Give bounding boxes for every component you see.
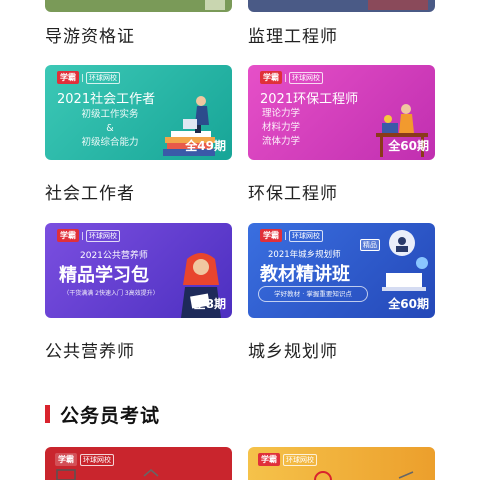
episode-count: 全8期 [193, 297, 226, 311]
section-title: 公务员考试 [60, 405, 161, 427]
brand-logo: 学霸 环球网校 [260, 71, 323, 84]
banner-subtitle: （干货满满 2快速入门 3高效提升） [63, 290, 159, 297]
search-icon[interactable] [312, 468, 334, 480]
card-title-public-nutritionist[interactable]: 公共营养师 [45, 337, 135, 362]
banner-headline: 2021年城乡规划师 [268, 250, 341, 260]
forward-icon[interactable] [395, 468, 417, 480]
brand-logo: 学霸 环球网校 [57, 229, 120, 242]
card-title-supervision-engineer[interactable]: 监理工程师 [248, 22, 338, 47]
course-card-urban-rural-planner[interactable]: 学霸 环球网校 精品 2021年城乡规划师 教材精讲班 学好教材 · 掌握重要知… [248, 223, 435, 318]
banner-subtitle: 初级工作实务 & 初级综合能力 [81, 109, 139, 148]
course-card-social-worker[interactable]: 学霸 环球网校 2021社会工作者 初级工作实务 & 初级综合能力 全49期 [45, 65, 232, 160]
card-title-urban-rural-planner[interactable]: 城乡规划师 [248, 337, 338, 362]
banner-big-title: 教材精讲班 [260, 264, 350, 285]
banner-big-title: 精品学习包 [59, 265, 149, 286]
card-top-right-peek[interactable] [248, 0, 435, 12]
card-top-left-peek[interactable] [45, 0, 232, 12]
card-title-environmental-engineer[interactable]: 环保工程师 [248, 179, 338, 204]
card-title-social-worker[interactable]: 社会工作者 [45, 179, 135, 204]
banner-headline: 2021社会工作者 [57, 92, 156, 107]
banner-subtitle: 理论力学 材料力学 流体力学 [262, 108, 301, 147]
back-icon[interactable] [140, 468, 162, 480]
brand-logo: 学霸 环球网校 [55, 453, 114, 466]
episode-count: 全60期 [388, 139, 429, 153]
banner-headline: 2021环保工程师 [260, 92, 359, 107]
episode-count: 全60期 [388, 297, 429, 311]
course-card-environmental-engineer[interactable]: 学霸 环球网校 2021环保工程师 理论力学 材料力学 流体力学 全60期 [248, 65, 435, 160]
banner-decoration [205, 0, 225, 10]
course-card-public-nutritionist[interactable]: 学霸 环球网校 2021公共营养师 精品学习包 （干货满满 2快速入门 3高效提… [45, 223, 232, 318]
brand-logo: 学霸 环球网校 [57, 71, 120, 84]
episode-count: 全49期 [185, 139, 226, 153]
brand-logo: 学霸 环球网校 [260, 229, 323, 242]
brand-logo: 学霸 环球网校 [258, 453, 317, 466]
card-title-tour-guide[interactable]: 导游资格证 [45, 22, 135, 47]
laptop-learner-illustration [382, 230, 428, 291]
banner-subtitle: 学好教材 · 掌握重要知识点 [258, 286, 368, 302]
banner-decoration [368, 0, 428, 10]
home-icon[interactable] [55, 468, 77, 480]
section-accent-bar [45, 405, 50, 423]
banner-headline: 2021公共营养师 [80, 251, 148, 261]
